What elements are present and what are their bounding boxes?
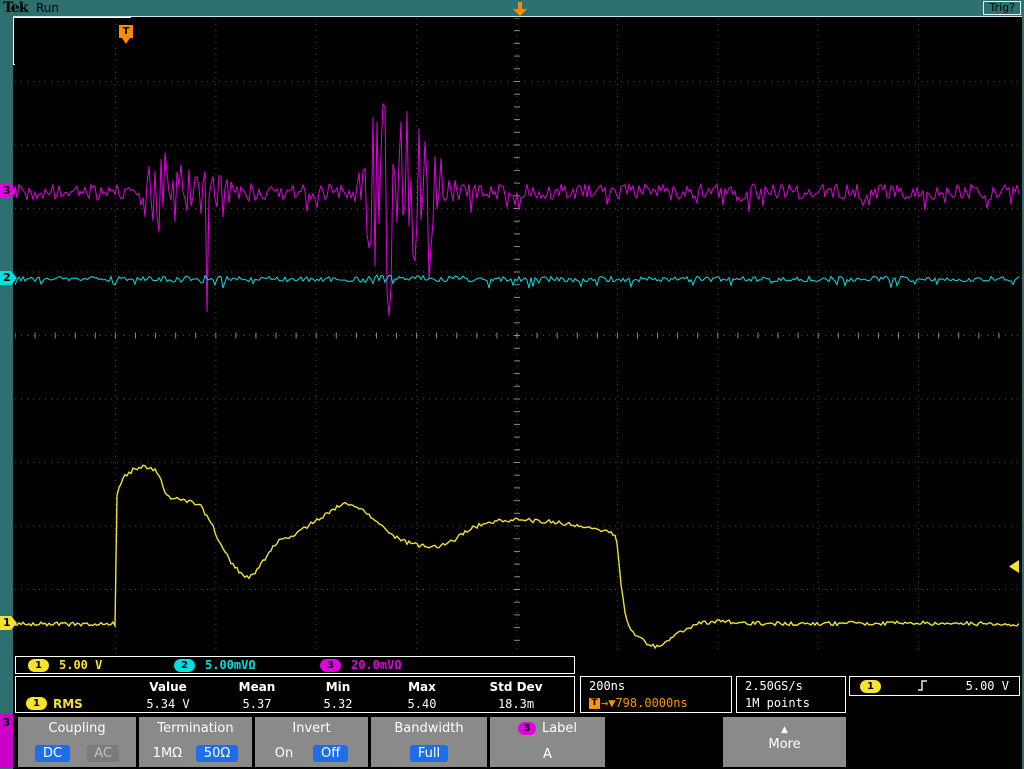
label-title: Label [541,721,578,736]
termination-1mohm-option[interactable]: 1MΩ [153,746,182,761]
oscilloscope-ui: { "header": { "logo": "Tek", "status": "… [0,0,1024,769]
trigger-flag-pointer-icon [122,38,130,44]
ch3-scale[interactable]: 3 20.0mVΩ [320,658,466,672]
trigger-position-marker-icon[interactable] [512,1,528,16]
rising-edge-icon [917,677,929,696]
active-menu-channel-strip: 3 [0,714,13,768]
ch1-scale-value: 5.00 V [59,658,103,672]
trigger-status-badge: Trig? [983,1,1021,15]
ch3-badge: 3 [320,658,341,672]
timebase-readout: 200ns T →▼798.0000ns [580,676,732,713]
meas-col-value: Value [149,679,187,694]
menu-termination-button[interactable]: Termination 1MΩ 50Ω [139,717,252,767]
coupling-title: Coupling [48,721,106,736]
invert-title: Invert [292,721,331,736]
label-value[interactable]: A [543,747,552,762]
ch2-scale-value: 5.00mVΩ [205,658,256,672]
trigger-t-icon: T [119,25,133,38]
meas-row-label: 1 RMS [16,697,120,711]
meas-ch-badge: 1 [26,697,47,710]
trigger-position-value: →▼798.0000ns [601,696,688,710]
tek-logo: Tek [3,0,28,16]
measurement-table: Value Mean Min Max Std Dev 1 RMS 5.34 V … [15,676,575,713]
ch1-badge: 1 [28,658,49,672]
record-length: 1M points [745,696,811,710]
trigger-point-flag[interactable]: T [119,25,133,44]
menu-invert-button[interactable]: Invert On Off [255,717,368,767]
timebase-scale: 200ns [589,679,626,693]
meas-col-mean: Mean [238,679,276,694]
menu-more-button[interactable]: ▲ More [723,717,846,767]
trigger-level: 5.00 V [965,679,1009,693]
ch3-scale-value: 20.0mVΩ [351,658,402,672]
right-reference-arrow-icon [1009,558,1019,577]
invert-off-option[interactable]: Off [313,745,349,762]
trigger-source-badge: 1 [860,679,881,693]
label-ch-badge: 3 [517,722,536,735]
menu-bandwidth-button[interactable]: Bandwidth Full [371,717,487,767]
meas-mean: 5.37 [242,696,272,711]
acquisition-status: Run [36,1,60,15]
trigger-position-readout: T →▼798.0000ns [589,695,731,712]
meas-max: 5.40 [407,696,437,711]
ch2-badge: 2 [174,658,195,672]
meas-col-min: Min [325,679,351,694]
acquisition-readout: 2.50GS/s 1M points [736,676,846,713]
bandwidth-title: Bandwidth [394,721,464,736]
coupling-ac-option[interactable]: AC [87,745,119,762]
trigger-readout: 1 5.00 V [849,676,1020,696]
meas-min: 5.32 [323,696,353,711]
invert-on-option[interactable]: On [275,746,293,761]
waveform-display: T [14,17,1020,653]
menu-coupling-button[interactable]: Coupling DC AC [18,717,136,767]
meas-col-stddev: Std Dev [489,679,543,694]
termination-50ohm-option[interactable]: 50Ω [195,745,239,762]
top-status-bar: Tek Run Trig? [0,0,1024,16]
menu-label-button[interactable]: 3 Label A [490,717,605,767]
meas-stddev: 18.3m [497,696,535,711]
channel-scales-readout: 1 5.00 V 2 5.00mVΩ 3 20.0mVΩ [15,656,575,674]
meas-col-max: Max [408,679,436,694]
bandwidth-full-option[interactable]: Full [409,745,449,762]
meas-value: 5.34 V [146,696,190,711]
trigger-t-mini-icon: T [589,698,600,709]
coupling-dc-option[interactable]: DC [35,745,71,762]
waveform-svg [14,17,1020,653]
ch2-scale[interactable]: 2 5.00mVΩ [174,658,320,672]
more-title: More [768,737,801,752]
chevron-up-icon: ▲ [781,725,788,735]
sample-rate: 2.50GS/s [745,679,803,693]
meas-name: RMS [53,696,83,711]
termination-title: Termination [157,721,234,736]
scope-screen: T 1 5.00 V 2 5.00mVΩ 3 20.0mVΩ Value Mea… [13,16,1022,769]
ch1-scale[interactable]: 1 5.00 V [28,658,174,672]
